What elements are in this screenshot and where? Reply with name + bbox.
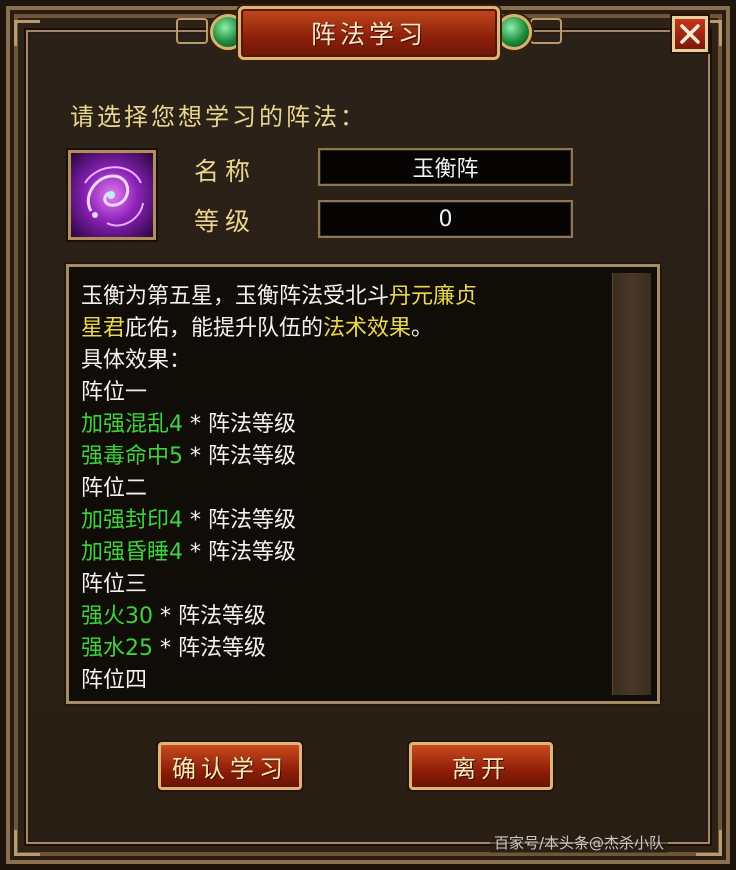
- close-button[interactable]: [672, 16, 708, 52]
- effect-suffix: * 阵法等级: [183, 444, 296, 469]
- intro-text: 玉衡为第五星，玉衡阵法受北斗: [81, 284, 390, 309]
- effect-name: 加强封印4: [81, 508, 183, 533]
- position-title: 阵位四: [81, 668, 148, 693]
- effect-suffix: * 阵法等级: [183, 540, 296, 565]
- name-field: 玉衡阵: [318, 148, 573, 186]
- effect-line: 加强昏睡4 * 阵法等级: [81, 537, 617, 569]
- watermark: 百家号/本头条@杰杀小队: [490, 832, 669, 853]
- effect-line: 加强混乱4 * 阵法等级: [81, 409, 617, 441]
- formation-icon-slot[interactable]: [68, 150, 156, 240]
- effect-name: 加强昏睡4: [81, 540, 183, 565]
- title-ornament-left: [176, 18, 208, 44]
- intro-text: 庇佑，能提升队伍的: [125, 316, 324, 341]
- close-icon: [680, 24, 700, 44]
- purple-swirl-icon: [71, 153, 153, 237]
- position-title: 阵位二: [81, 476, 148, 501]
- highlight-text: 星君: [81, 316, 126, 341]
- effect-suffix: * 阵法等级: [183, 508, 296, 533]
- highlight-text: 法术效果: [323, 316, 412, 341]
- effect-line: 强水25 * 阵法等级: [81, 633, 617, 665]
- effect-name: 加强混乱4: [81, 412, 183, 437]
- effect-suffix: * 阵法等级: [183, 412, 296, 437]
- effect-suffix: * 阵法等级: [153, 604, 266, 629]
- effect-name: 强火30: [81, 604, 153, 629]
- window-title: 阵法学习: [310, 20, 427, 49]
- description-panel[interactable]: 玉衡为第五星，玉衡阵法受北斗丹元廉贞 星君庇佑，能提升队伍的法术效果。 具体效果…: [66, 264, 660, 704]
- effects-header: 具体效果：: [81, 348, 192, 373]
- leave-button[interactable]: 离开: [409, 742, 553, 790]
- position-title: 阵位一: [81, 380, 148, 405]
- level-field: 0: [318, 200, 573, 238]
- name-label: 名称: [194, 157, 257, 186]
- title-bar: 阵法学习: [238, 6, 500, 60]
- confirm-learn-button[interactable]: 确认学习: [158, 742, 302, 790]
- effect-name: 强毒命中5: [81, 444, 183, 469]
- effect-suffix: * 阵法等级: [153, 636, 266, 661]
- scrollbar[interactable]: [612, 273, 651, 695]
- selection-prompt: 请选择您想学习的阵法：: [70, 103, 367, 131]
- effect-line: 强火30 * 阵法等级: [81, 601, 617, 633]
- intro-text: 。: [411, 316, 434, 341]
- intro-line-2: 星君庇佑，能提升队伍的法术效果。: [81, 313, 617, 345]
- effect-name: 强水25: [81, 636, 153, 661]
- effect-line: 强毒命中5 * 阵法等级: [81, 441, 617, 473]
- gem-icon: [496, 14, 532, 50]
- level-label: 等级: [194, 207, 257, 236]
- position-title: 阵位三: [81, 572, 148, 597]
- title-ornament-right: [530, 18, 562, 44]
- description-text: 玉衡为第五星，玉衡阵法受北斗丹元廉贞 星君庇佑，能提升队伍的法术效果。 具体效果…: [81, 281, 617, 697]
- intro-line-1: 玉衡为第五星，玉衡阵法受北斗丹元廉贞: [81, 281, 617, 313]
- effect-line: 加强封印4 * 阵法等级: [81, 505, 617, 537]
- highlight-text: 丹元廉贞: [389, 284, 478, 309]
